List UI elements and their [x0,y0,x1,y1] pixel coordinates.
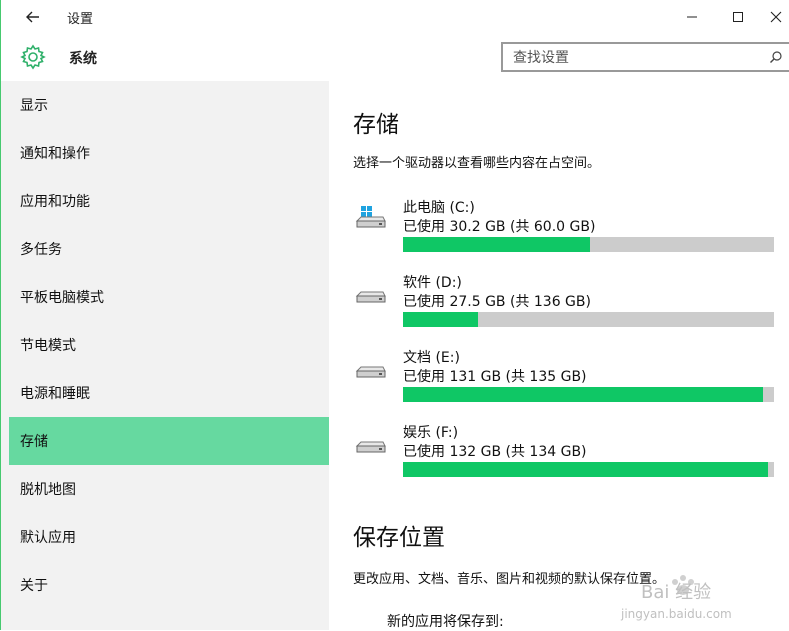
drive-icon [355,441,386,453]
drive-name: 文档 (E:) [403,350,460,366]
drive-icon [355,291,386,303]
drive-usage: 已使用 30.2 GB (共 60.0 GB) [403,219,596,235]
new-apps-label: 新的应用将保存到: [387,614,504,630]
sidebar-item-label: 节电模式 [20,338,76,354]
sidebar-item-default-apps[interactable]: 默认应用 [9,513,329,561]
minimize-button[interactable] [669,0,715,34]
search-icon[interactable] [769,50,783,64]
sidebar-item-multitasking[interactable]: 多任务 [9,225,329,273]
sidebar-item-battery-saver[interactable]: 节电模式 [9,321,329,369]
drive-f[interactable]: 娱乐 (F:) 已使用 132 GB (共 134 GB) [355,422,775,478]
drive-usage: 已使用 131 GB (共 135 GB) [403,369,587,385]
drive-name: 此电脑 (C:) [403,200,475,216]
save-location-description: 更改应用、文档、音乐、图片和视频的默认保存位置。 [353,572,666,587]
title-bar: 设置 [1,0,789,34]
sidebar-item-label: 脱机地图 [20,482,76,498]
drive-usage: 已使用 27.5 GB (共 136 GB) [403,294,591,310]
sidebar-item-label: 显示 [20,98,48,114]
sidebar-item-notifications[interactable]: 通知和操作 [9,129,329,177]
storage-description: 选择一个驱动器以查看哪些内容在占空间。 [353,156,601,171]
drive-d[interactable]: 软件 (D:) 已使用 27.5 GB (共 136 GB) [355,272,775,328]
drive-name: 软件 (D:) [403,275,462,291]
sidebar-item-label: 应用和功能 [20,194,90,210]
sidebar-item-about[interactable]: 关于 [9,561,329,609]
usage-bar [403,462,774,477]
close-icon [770,11,781,23]
storage-heading: 存储 [353,112,399,138]
usage-bar-fill [403,237,590,252]
sidebar-item-label: 默认应用 [20,530,76,546]
usage-bar-fill [403,462,769,477]
sidebar-item-apps-features[interactable]: 应用和功能 [9,177,329,225]
windows-drive-icon [355,206,386,228]
sidebar-item-display[interactable]: 显示 [9,81,329,129]
window-title: 设置 [67,12,94,27]
close-button[interactable] [761,0,789,34]
drive-icon [355,366,386,378]
main-content: 存储 选择一个驱动器以查看哪些内容在占空间。 此电脑 (C:) 已使用 30.2… [329,81,789,630]
drive-e[interactable]: 文档 (E:) 已使用 131 GB (共 135 GB) [355,347,775,403]
sidebar-item-offline-maps[interactable]: 脱机地图 [9,465,329,513]
sidebar-item-label: 通知和操作 [20,146,90,162]
sidebar-item-label: 多任务 [20,242,62,258]
drive-c[interactable]: 此电脑 (C:) 已使用 30.2 GB (共 60.0 GB) [355,197,775,253]
usage-bar [403,387,774,402]
sidebar-item-power-sleep[interactable]: 电源和睡眠 [9,369,329,417]
sidebar-item-label: 平板电脑模式 [20,290,104,306]
search-box[interactable] [501,42,789,72]
sidebar-item-label: 关于 [20,578,48,594]
search-input[interactable] [511,48,755,68]
maximize-button[interactable] [715,0,761,34]
settings-window: 设置 系统 显示 通知和操作 应用和功能 多任务 平板电脑模式 节电模式 电源和… [0,0,789,630]
maximize-icon [733,12,743,22]
usage-bar-fill [403,387,763,402]
usage-bar [403,237,774,252]
minimize-icon [687,16,697,18]
usage-bar [403,312,774,327]
sidebar-item-label: 存储 [20,434,48,450]
sidebar: 显示 通知和操作 应用和功能 多任务 平板电脑模式 节电模式 电源和睡眠 存储 … [1,81,329,630]
sidebar-item-storage[interactable]: 存储 [9,417,329,465]
back-arrow-icon [26,11,39,23]
drive-name: 娱乐 (F:) [403,425,459,441]
back-button[interactable] [21,6,45,28]
save-location-heading: 保存位置 [353,525,445,551]
sidebar-item-label: 电源和睡眠 [20,386,90,402]
page-title: 系统 [69,51,97,67]
drive-usage: 已使用 132 GB (共 134 GB) [403,444,587,460]
usage-bar-fill [403,312,478,327]
gear-icon [20,44,46,70]
sidebar-item-tablet-mode[interactable]: 平板电脑模式 [9,273,329,321]
